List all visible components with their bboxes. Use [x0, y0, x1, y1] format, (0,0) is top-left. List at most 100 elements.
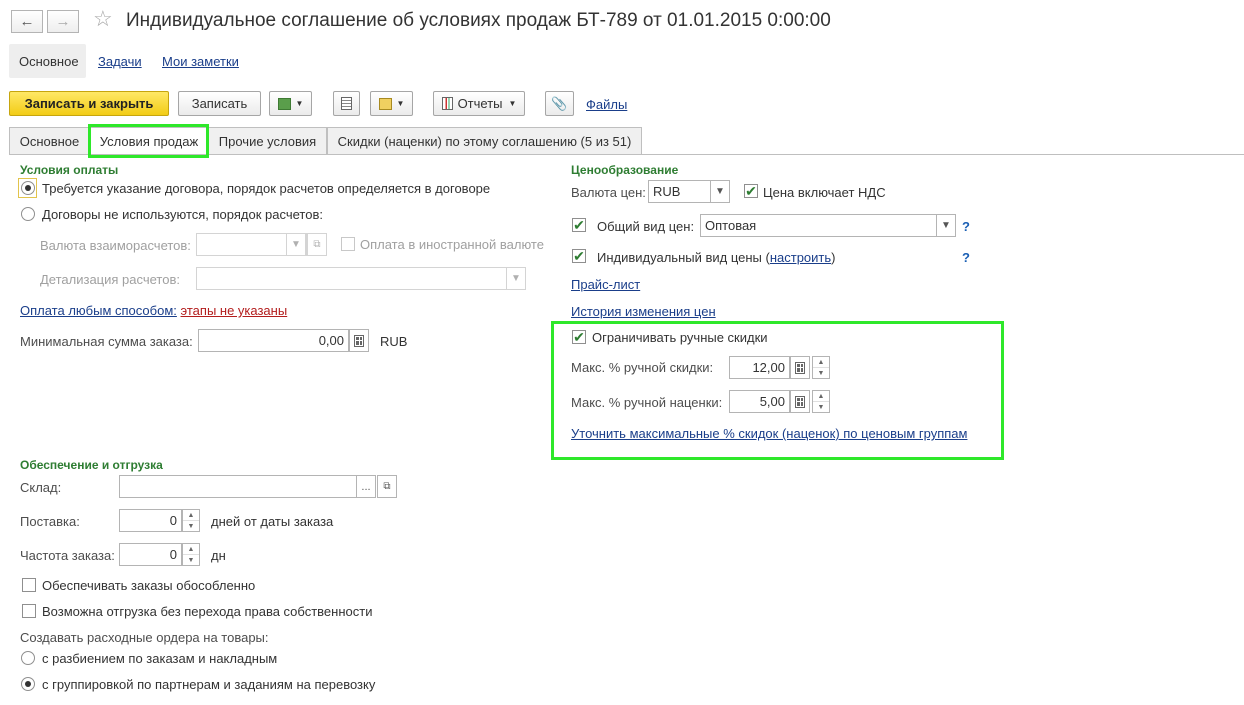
foreign-currency-checkbox[interactable]: [341, 237, 355, 251]
max-discount-field[interactable]: 12,00: [729, 356, 790, 379]
common-price-label: Общий вид цен:: [597, 219, 695, 234]
common-price-field[interactable]: Оптовая: [700, 214, 956, 237]
tab-main[interactable]: Основное: [9, 127, 90, 154]
delivery-stepper[interactable]: ▲ ▼: [182, 509, 200, 532]
save-and-close-button[interactable]: Записать и закрыть: [9, 91, 169, 116]
nav-item-tasks[interactable]: Задачи: [98, 54, 142, 69]
price-list-link[interactable]: Прайс-лист: [571, 277, 640, 292]
chevron-down-icon[interactable]: ▼: [506, 267, 526, 290]
payment-option-no-contract-radio[interactable]: [21, 207, 35, 221]
calculator-button[interactable]: [349, 329, 369, 352]
forward-button[interactable]: →: [47, 10, 79, 33]
configure-link[interactable]: настроить: [770, 250, 831, 265]
documents-icon: [277, 97, 291, 110]
no-ownership-checkbox[interactable]: [22, 604, 36, 618]
nav-item-main[interactable]: Основное: [9, 44, 86, 78]
max-discount-stepper[interactable]: ▲ ▼: [812, 356, 830, 379]
reports-label: Отчеты: [457, 96, 503, 111]
chevron-up-icon[interactable]: ▲: [183, 510, 199, 521]
chevron-down-icon: ▼: [295, 99, 304, 108]
save-button[interactable]: Записать: [178, 91, 261, 116]
files-link[interactable]: Файлы: [586, 97, 627, 112]
reports-button[interactable]: Отчеты ▼: [433, 91, 525, 116]
chevron-up-icon[interactable]: ▲: [813, 357, 829, 368]
list-icon: [341, 97, 352, 110]
report-icon: [441, 97, 453, 110]
select-button[interactable]: ...: [356, 475, 376, 498]
warehouse-field[interactable]: [119, 475, 357, 498]
tab-sales-terms[interactable]: Условия продаж: [90, 127, 208, 154]
orders-title: Создавать расходные ордера на товары:: [20, 630, 269, 645]
orders-group-radio[interactable]: [21, 677, 35, 691]
print-button[interactable]: ▼: [370, 91, 413, 116]
chevron-down-icon[interactable]: ▼: [813, 368, 829, 378]
chevron-down-icon: ▼: [508, 99, 517, 108]
settlement-detail-label: Детализация расчетов:: [40, 272, 180, 287]
no-ownership-label: Возможна отгрузка без перехода права соб…: [42, 604, 373, 619]
chevron-down-icon[interactable]: ▼: [183, 555, 199, 565]
checkmark-icon: ✔: [573, 248, 585, 264]
chevron-down-icon[interactable]: ▼: [286, 233, 306, 256]
orders-split-radio[interactable]: [21, 651, 35, 665]
limit-manual-discounts-checkbox[interactable]: ✔: [572, 330, 586, 344]
individual-price-text: Индивидуальный вид цены (: [597, 250, 770, 265]
pricing-section-title: Ценообразование: [571, 163, 679, 177]
chevron-up-icon[interactable]: ▲: [183, 544, 199, 555]
payment-option-contract-radio[interactable]: [21, 181, 35, 195]
stages-link[interactable]: этапы не указаны: [181, 303, 288, 318]
delivery-label: Поставка:: [20, 514, 80, 529]
arrow-right-icon: →: [55, 13, 71, 30]
checkmark-icon: ✔: [573, 329, 585, 345]
common-price-checkbox[interactable]: ✔: [572, 218, 586, 232]
calculator-icon: [354, 334, 364, 347]
paperclip-icon: 📎: [551, 95, 568, 111]
chevron-up-icon[interactable]: ▲: [813, 391, 829, 402]
individual-price-label: Индивидуальный вид цены (настроить): [597, 250, 835, 265]
settlement-detail-field[interactable]: [196, 267, 526, 290]
foreign-currency-label: Оплата в иностранной валюте: [360, 237, 544, 252]
attach-button[interactable]: 📎: [545, 91, 574, 116]
nav-item-main-label: Основное: [19, 54, 79, 69]
print-list-button[interactable]: [333, 91, 360, 116]
price-history-link[interactable]: История изменения цен: [571, 304, 716, 319]
shipping-section-title: Обеспечение и отгрузка: [20, 458, 163, 472]
help-icon[interactable]: ?: [962, 219, 970, 234]
tab-strip-divider: [9, 154, 1244, 155]
calculator-button[interactable]: [790, 390, 810, 413]
chevron-down-icon[interactable]: ▼: [183, 521, 199, 531]
payment-option-contract-label: Требуется указание договора, порядок рас…: [42, 181, 491, 196]
individual-price-text-end: ): [831, 250, 836, 265]
window-title: Индивидуальное соглашение об условиях пр…: [126, 10, 831, 31]
tab-other-terms[interactable]: Прочие условия: [208, 127, 327, 154]
vat-included-checkbox[interactable]: ✔: [744, 184, 758, 198]
chevron-down-icon[interactable]: ▼: [710, 180, 730, 203]
nav-item-notes[interactable]: Мои заметки: [162, 54, 239, 69]
separate-orders-checkbox[interactable]: [22, 578, 36, 592]
back-button[interactable]: ←: [11, 10, 43, 33]
frequency-unit: дн: [211, 548, 226, 563]
max-markup-field[interactable]: 5,00: [729, 390, 790, 413]
min-sum-field[interactable]: 0,00: [198, 329, 349, 352]
open-icon[interactable]: ⧉: [307, 233, 327, 256]
any-method-link[interactable]: Оплата любым способом:: [20, 303, 177, 318]
star-icon[interactable]: ☆: [93, 6, 113, 32]
open-icon[interactable]: ⧉: [377, 475, 397, 498]
chevron-down-icon[interactable]: ▼: [936, 214, 956, 237]
create-based-on-button[interactable]: ▼: [269, 91, 312, 116]
help-icon[interactable]: ?: [962, 250, 970, 265]
refine-discounts-link[interactable]: Уточнить максимальные % скидок (наценок)…: [571, 426, 967, 441]
tab-discounts[interactable]: Скидки (наценки) по этому соглашению (5 …: [327, 127, 642, 154]
min-sum-label: Минимальная сумма заказа:: [20, 334, 193, 349]
chevron-down-icon[interactable]: ▼: [813, 402, 829, 412]
delivery-field[interactable]: 0: [119, 509, 182, 532]
frequency-stepper[interactable]: ▲ ▼: [182, 543, 200, 566]
chevron-down-icon: ▼: [396, 99, 405, 108]
payment-option-no-contract-label: Договоры не используются, порядок расчет…: [42, 207, 323, 222]
calculator-button[interactable]: [790, 356, 810, 379]
individual-price-checkbox[interactable]: ✔: [572, 249, 586, 263]
max-markup-stepper[interactable]: ▲ ▼: [812, 390, 830, 413]
calculator-icon: [795, 361, 805, 374]
frequency-field[interactable]: 0: [119, 543, 182, 566]
frequency-label: Частота заказа:: [20, 548, 115, 563]
price-currency-label: Валюта цен:: [571, 185, 646, 200]
